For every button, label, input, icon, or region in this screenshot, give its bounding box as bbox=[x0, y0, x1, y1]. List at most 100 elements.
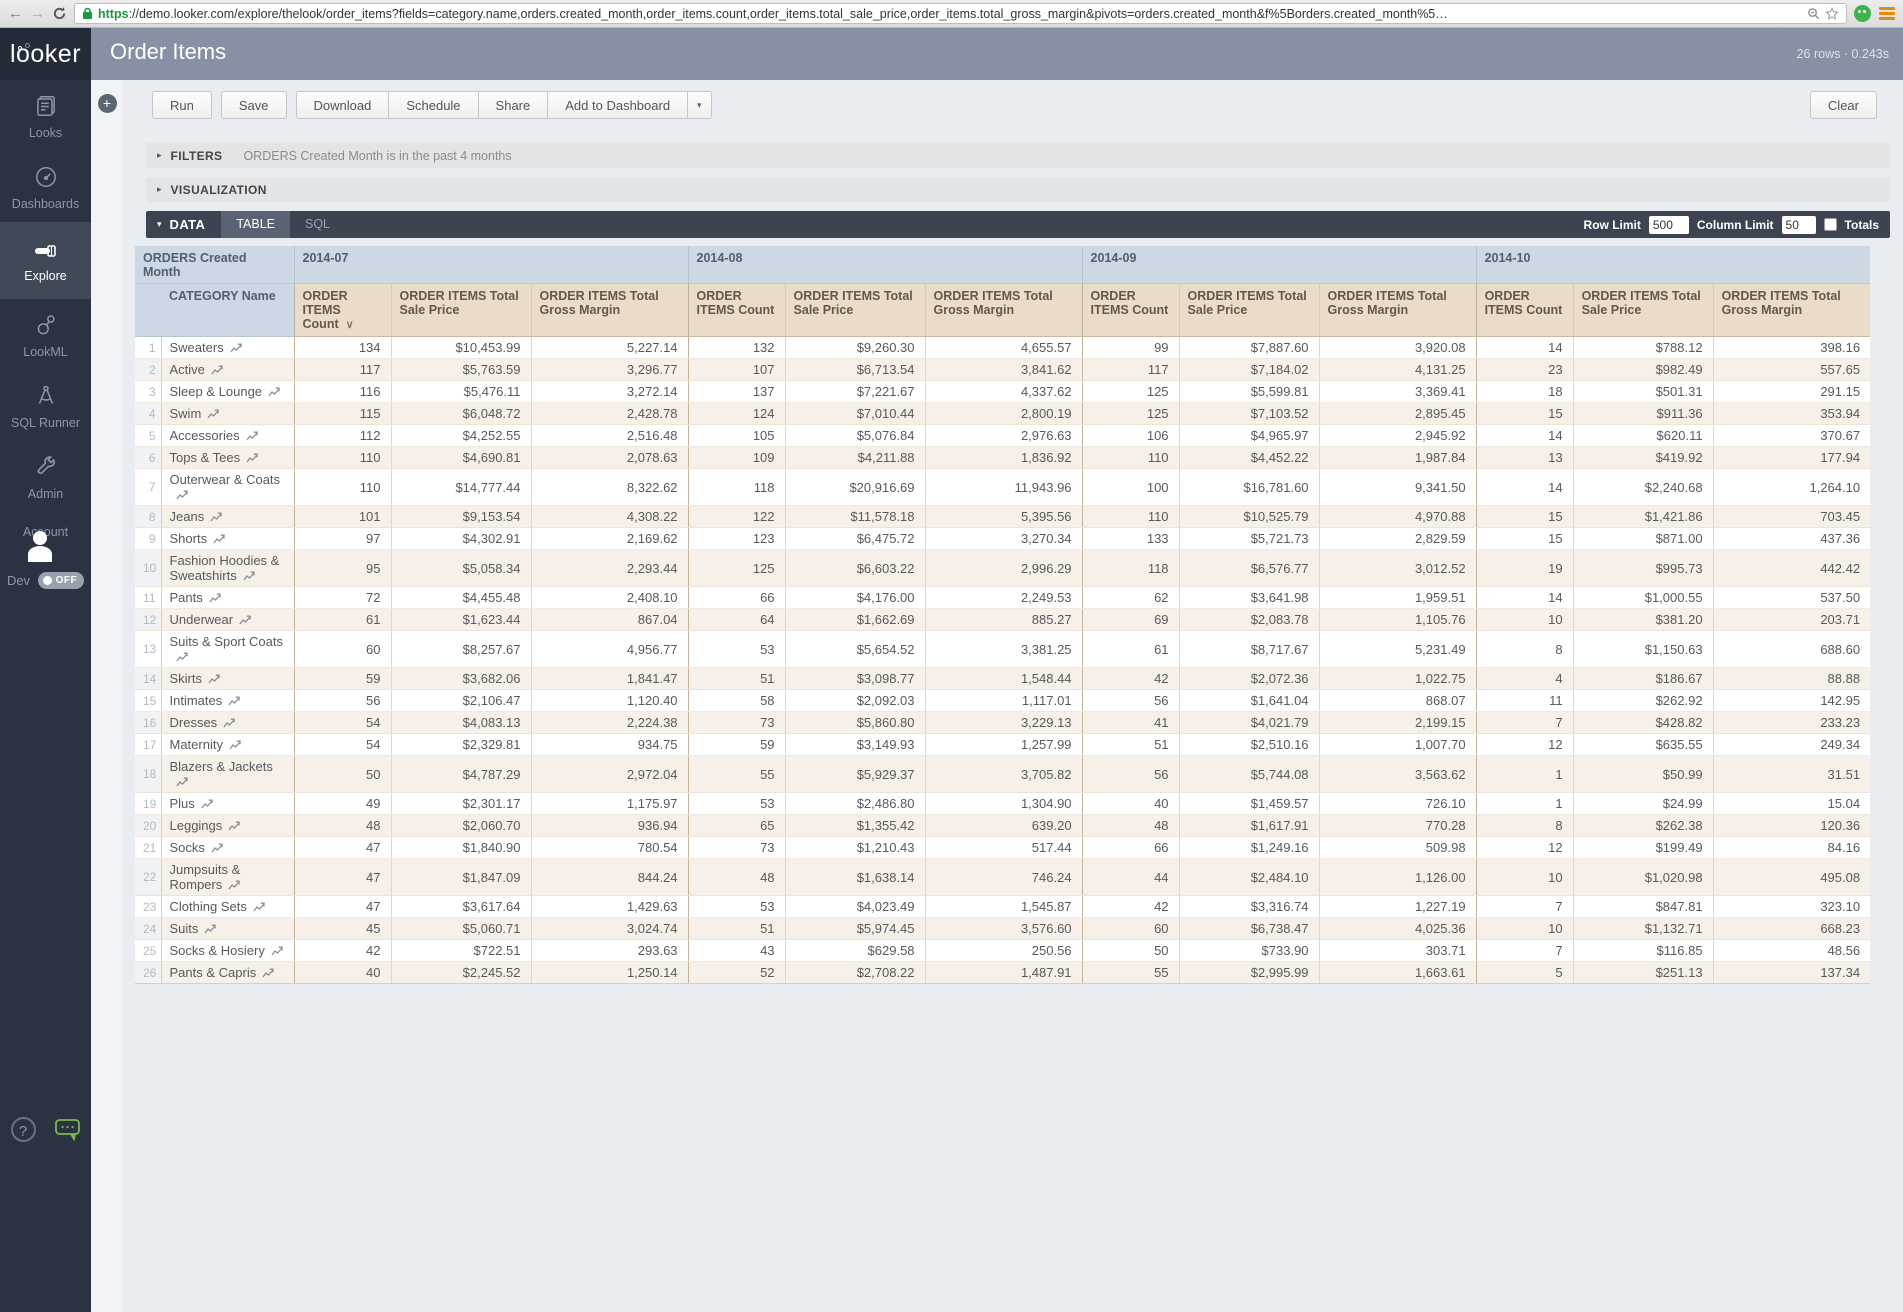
gross-margin-cell[interactable]: 639.20 bbox=[925, 815, 1082, 837]
count-cell[interactable]: 73 bbox=[688, 837, 785, 859]
gross-margin-cell[interactable]: 291.15 bbox=[1713, 381, 1870, 403]
pivot-value-header[interactable]: 2014-09 bbox=[1082, 246, 1476, 284]
total-sale-price-cell[interactable]: $1,847.09 bbox=[391, 859, 531, 896]
total-sale-price-cell[interactable]: $629.58 bbox=[785, 940, 925, 962]
total-sale-price-cell[interactable]: $847.81 bbox=[1573, 896, 1713, 918]
total-sale-price-cell[interactable]: $635.55 bbox=[1573, 734, 1713, 756]
gross-margin-cell[interactable]: 8,322.62 bbox=[531, 469, 688, 506]
count-cell[interactable]: 51 bbox=[688, 668, 785, 690]
count-cell[interactable]: 72 bbox=[294, 587, 391, 609]
explore-from-here-icon[interactable] bbox=[268, 387, 281, 397]
sidebar-item-account[interactable]: Account bbox=[0, 512, 91, 550]
gross-margin-cell[interactable]: 1,429.63 bbox=[531, 896, 688, 918]
total-sale-price-cell[interactable]: $428.82 bbox=[1573, 712, 1713, 734]
total-sale-price-cell[interactable]: $2,060.70 bbox=[391, 815, 531, 837]
gross-margin-cell[interactable]: 2,249.53 bbox=[925, 587, 1082, 609]
gross-margin-cell[interactable]: 2,428.78 bbox=[531, 403, 688, 425]
gross-margin-cell[interactable]: 537.50 bbox=[1713, 587, 1870, 609]
tab-table[interactable]: TABLE bbox=[221, 211, 290, 238]
gross-margin-cell[interactable]: 1,126.00 bbox=[1319, 859, 1476, 896]
total-sale-price-cell[interactable]: $2,072.36 bbox=[1179, 668, 1319, 690]
add-to-dashboard-button[interactable]: Add to Dashboard bbox=[548, 91, 688, 119]
total-sale-price-cell[interactable]: $5,654.52 bbox=[785, 631, 925, 668]
gross-margin-cell[interactable]: 1,264.10 bbox=[1713, 469, 1870, 506]
count-cell[interactable]: 40 bbox=[1082, 793, 1179, 815]
total-sale-price-cell[interactable]: $11,578.18 bbox=[785, 506, 925, 528]
explore-from-here-icon[interactable] bbox=[230, 343, 243, 353]
total-sale-price-cell[interactable]: $5,974.45 bbox=[785, 918, 925, 940]
total-sale-price-cell[interactable]: $262.92 bbox=[1573, 690, 1713, 712]
gross-margin-cell[interactable]: 3,381.25 bbox=[925, 631, 1082, 668]
category-cell[interactable]: Socks & Hosiery bbox=[161, 940, 294, 962]
gross-margin-cell[interactable]: 88.88 bbox=[1713, 668, 1870, 690]
gross-margin-cell[interactable]: 3,369.41 bbox=[1319, 381, 1476, 403]
total-sale-price-cell[interactable]: $1,840.90 bbox=[391, 837, 531, 859]
gross-margin-cell[interactable]: 495.08 bbox=[1713, 859, 1870, 896]
column-limit-input[interactable] bbox=[1782, 216, 1816, 234]
gross-margin-cell[interactable]: 370.67 bbox=[1713, 425, 1870, 447]
total-sale-price-cell[interactable]: $5,721.73 bbox=[1179, 528, 1319, 550]
total-sale-price-cell[interactable]: $1,617.91 bbox=[1179, 815, 1319, 837]
gross-margin-cell[interactable]: 4,025.36 bbox=[1319, 918, 1476, 940]
count-cell[interactable]: 101 bbox=[294, 506, 391, 528]
measure-header[interactable]: ORDER ITEMS Total Gross Margin bbox=[531, 284, 688, 337]
gross-margin-cell[interactable]: 867.04 bbox=[531, 609, 688, 631]
total-sale-price-cell[interactable]: $1,623.44 bbox=[391, 609, 531, 631]
count-cell[interactable]: 55 bbox=[1082, 962, 1179, 984]
download-button[interactable]: Download bbox=[296, 91, 390, 119]
gross-margin-cell[interactable]: 934.75 bbox=[531, 734, 688, 756]
gross-margin-cell[interactable]: 142.95 bbox=[1713, 690, 1870, 712]
total-sale-price-cell[interactable]: $2,092.03 bbox=[785, 690, 925, 712]
collapse-data-icon[interactable]: ▾ bbox=[157, 219, 162, 230]
row-limit-input[interactable] bbox=[1649, 216, 1689, 234]
gross-margin-cell[interactable]: 3,705.82 bbox=[925, 756, 1082, 793]
total-sale-price-cell[interactable]: $733.90 bbox=[1179, 940, 1319, 962]
gross-margin-cell[interactable]: 2,293.44 bbox=[531, 550, 688, 587]
total-sale-price-cell[interactable]: $2,329.81 bbox=[391, 734, 531, 756]
total-sale-price-cell[interactable]: $419.92 bbox=[1573, 447, 1713, 469]
count-cell[interactable]: 99 bbox=[1082, 337, 1179, 359]
gross-margin-cell[interactable]: 303.71 bbox=[1319, 940, 1476, 962]
explore-from-here-icon[interactable] bbox=[246, 453, 259, 463]
gross-margin-cell[interactable]: 2,516.48 bbox=[531, 425, 688, 447]
total-sale-price-cell[interactable]: $251.13 bbox=[1573, 962, 1713, 984]
category-cell[interactable]: Plus bbox=[161, 793, 294, 815]
gross-margin-cell[interactable]: 442.42 bbox=[1713, 550, 1870, 587]
total-sale-price-cell[interactable]: $5,076.84 bbox=[785, 425, 925, 447]
gross-margin-cell[interactable]: 2,199.15 bbox=[1319, 712, 1476, 734]
total-sale-price-cell[interactable]: $2,484.10 bbox=[1179, 859, 1319, 896]
count-cell[interactable]: 107 bbox=[688, 359, 785, 381]
count-cell[interactable]: 48 bbox=[688, 859, 785, 896]
count-cell[interactable]: 42 bbox=[1082, 896, 1179, 918]
gross-margin-cell[interactable]: 15.04 bbox=[1713, 793, 1870, 815]
gross-margin-cell[interactable]: 48.56 bbox=[1713, 940, 1870, 962]
back-icon[interactable]: ← bbox=[8, 6, 23, 21]
count-cell[interactable]: 110 bbox=[1082, 447, 1179, 469]
total-sale-price-cell[interactable]: $50.99 bbox=[1573, 756, 1713, 793]
explore-from-here-icon[interactable] bbox=[208, 674, 221, 684]
count-cell[interactable]: 64 bbox=[688, 609, 785, 631]
filters-section-bar[interactable]: ▸ FILTERS ORDERS Created Month is in the… bbox=[146, 143, 1890, 168]
gross-margin-cell[interactable]: 885.27 bbox=[925, 609, 1082, 631]
explore-from-here-icon[interactable] bbox=[229, 740, 242, 750]
count-cell[interactable]: 7 bbox=[1476, 896, 1573, 918]
measure-header[interactable]: ORDER ITEMS Total Sale Price bbox=[391, 284, 531, 337]
pivot-field-label[interactable]: ORDERS Created Month bbox=[135, 246, 294, 284]
category-cell[interactable]: Tops & Tees bbox=[161, 447, 294, 469]
gross-margin-cell[interactable]: 1,663.61 bbox=[1319, 962, 1476, 984]
count-cell[interactable]: 51 bbox=[688, 918, 785, 940]
gross-margin-cell[interactable]: 3,012.52 bbox=[1319, 550, 1476, 587]
category-cell[interactable]: Suits bbox=[161, 918, 294, 940]
explore-from-here-icon[interactable] bbox=[271, 946, 284, 956]
sidebar-item-explore[interactable]: Explore bbox=[0, 222, 91, 299]
tab-sql[interactable]: SQL bbox=[290, 211, 345, 238]
count-cell[interactable]: 123 bbox=[688, 528, 785, 550]
gross-margin-cell[interactable]: 1,548.44 bbox=[925, 668, 1082, 690]
count-cell[interactable]: 47 bbox=[294, 837, 391, 859]
count-cell[interactable]: 65 bbox=[688, 815, 785, 837]
category-cell[interactable]: Fashion Hoodies & Sweatshirts bbox=[161, 550, 294, 587]
gross-margin-cell[interactable]: 250.56 bbox=[925, 940, 1082, 962]
count-cell[interactable]: 47 bbox=[294, 896, 391, 918]
measure-header[interactable]: ORDER ITEMS Total Gross Margin bbox=[1319, 284, 1476, 337]
explore-from-here-icon[interactable] bbox=[207, 409, 220, 419]
